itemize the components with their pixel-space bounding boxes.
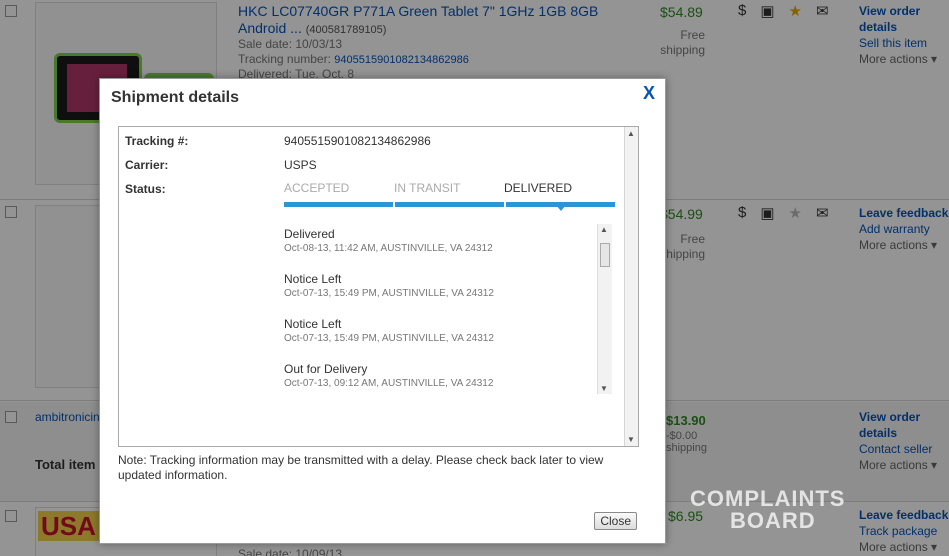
scroll-up-icon[interactable]: ▲ bbox=[627, 129, 635, 138]
tracking-note: Note: Tracking information may be transm… bbox=[118, 453, 604, 482]
watermark-line2: BOARD bbox=[730, 508, 816, 533]
list-item: Notice Left Oct-07-13, 15:49 PM, AUSTINV… bbox=[281, 314, 614, 359]
event-detail: Oct-07-13, 15:49 PM, AUSTINVILLE, VA 243… bbox=[284, 288, 494, 299]
shipment-details-dialog: Shipment details X Tracking #: 940551590… bbox=[99, 78, 666, 544]
watermark-line1: COMPLAINTS bbox=[690, 486, 846, 511]
tracking-label: Tracking #: bbox=[125, 134, 189, 148]
scroll-down-icon[interactable]: ▼ bbox=[600, 384, 608, 393]
current-step-pointer-icon bbox=[556, 205, 566, 211]
watermark-logo: COMPLAINTS BOARD bbox=[690, 488, 845, 532]
dialog-title: Shipment details bbox=[111, 89, 240, 106]
list-item: Out for Delivery Oct-07-13, 09:12 AM, AU… bbox=[281, 359, 614, 394]
status-label: Status: bbox=[125, 182, 166, 196]
event-status: Out for Delivery bbox=[284, 362, 368, 376]
event-status: Notice Left bbox=[284, 317, 342, 331]
list-item: Delivered Oct-08-13, 11:42 AM, AUSTINVIL… bbox=[281, 224, 614, 269]
step-accepted: ACCEPTED bbox=[284, 181, 350, 195]
panel-scrollbar[interactable]: ▲ ▼ bbox=[624, 127, 638, 446]
progress-segment-accepted bbox=[284, 202, 393, 207]
scrollbar-thumb[interactable] bbox=[600, 243, 610, 267]
scroll-up-icon[interactable]: ▲ bbox=[600, 225, 608, 234]
scroll-down-icon[interactable]: ▼ bbox=[627, 435, 635, 444]
status-progress: ACCEPTED IN TRANSIT DELIVERED bbox=[284, 181, 615, 211]
event-status: Notice Left bbox=[284, 272, 342, 286]
close-icon[interactable]: X bbox=[643, 83, 655, 104]
tracking-number: 9405515901082134862986 bbox=[284, 134, 431, 148]
step-delivered: DELIVERED bbox=[504, 181, 573, 195]
event-status: Delivered bbox=[284, 227, 335, 241]
event-detail: Oct-08-13, 11:42 AM, AUSTINVILLE, VA 243… bbox=[284, 243, 493, 254]
tracking-events-list[interactable]: Delivered Oct-08-13, 11:42 AM, AUSTINVIL… bbox=[281, 224, 614, 394]
progress-segment-in-transit bbox=[395, 202, 504, 207]
events-scrollbar[interactable]: ▲ ▼ bbox=[597, 224, 612, 394]
tracking-panel: Tracking #: 9405515901082134862986 Carri… bbox=[118, 126, 639, 447]
close-button[interactable]: Close bbox=[594, 512, 637, 530]
event-detail: Oct-07-13, 09:12 AM, AUSTINVILLE, VA 243… bbox=[284, 378, 494, 389]
carrier-label: Carrier: bbox=[125, 158, 169, 172]
carrier-value: USPS bbox=[284, 158, 317, 172]
list-item: Notice Left Oct-07-13, 15:49 PM, AUSTINV… bbox=[281, 269, 614, 314]
step-in-transit: IN TRANSIT bbox=[394, 181, 461, 195]
event-detail: Oct-07-13, 15:49 PM, AUSTINVILLE, VA 243… bbox=[284, 333, 494, 344]
